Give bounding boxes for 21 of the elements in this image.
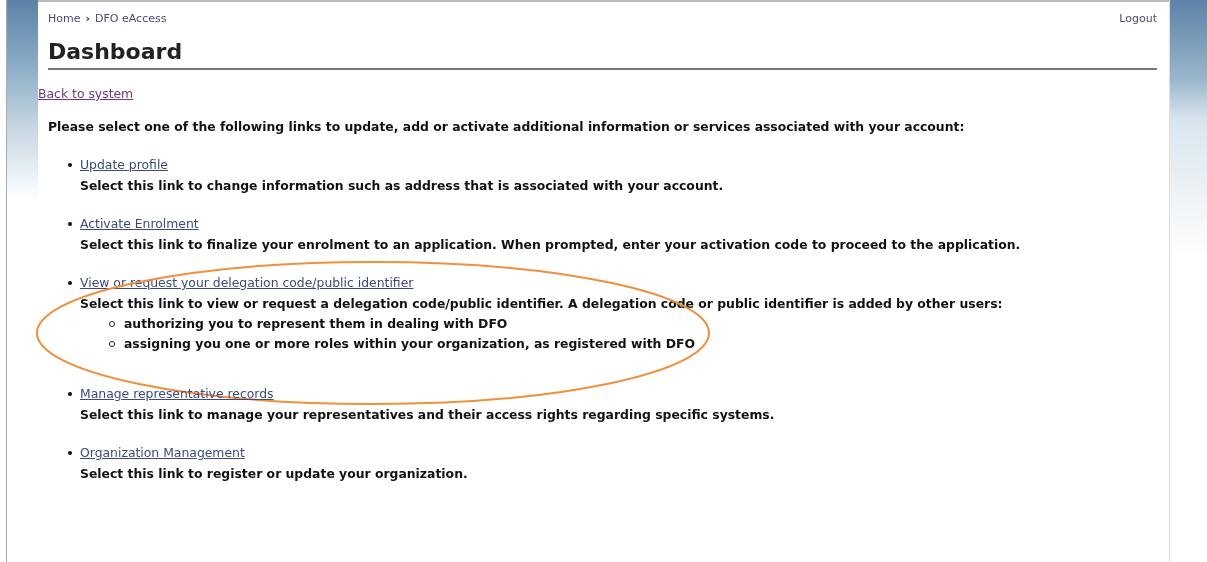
item-link[interactable]: Activate Enrolment — [80, 213, 199, 234]
sub-item-text: authorizing you to represent them in dealing with DFO — [124, 315, 508, 333]
bullet-icon — [68, 280, 72, 285]
logout-link[interactable]: Logout — [1119, 12, 1157, 25]
item-link[interactable]: Update profile — [80, 154, 168, 175]
bullet-icon — [68, 450, 72, 455]
bullet-icon — [68, 162, 72, 167]
sub-item-text: assigning you one or more roles within your organization, as registered with DFO — [124, 335, 696, 353]
item-description: Select this link to register or update your organization. — [80, 465, 469, 483]
item-description: Select this link to manage your representatives and their access rights regarding specific systems. — [80, 406, 776, 424]
intro-text: Please select one of the following links to update, add or activate additional information or services associated with your account: — [48, 119, 966, 134]
chevron-icon: › — [85, 12, 91, 25]
item-description: Select this link to finalize your enrolment to an application. When prompted, enter your activation code to proceed to the application. — [80, 236, 1022, 254]
breadcrumb-link[interactable]: Home — [48, 12, 81, 25]
breadcrumb-link[interactable]: DFO eAccess — [95, 12, 167, 25]
back-link[interactable]: Back to system — [38, 86, 134, 101]
item-link[interactable]: Organization Management — [80, 442, 245, 463]
page-title: Dashboard — [48, 39, 1157, 70]
bullet-icon — [68, 391, 72, 396]
bullet-icon — [68, 221, 72, 226]
item-description: Select this link to change information such as address that is associated with your account. — [80, 177, 725, 195]
